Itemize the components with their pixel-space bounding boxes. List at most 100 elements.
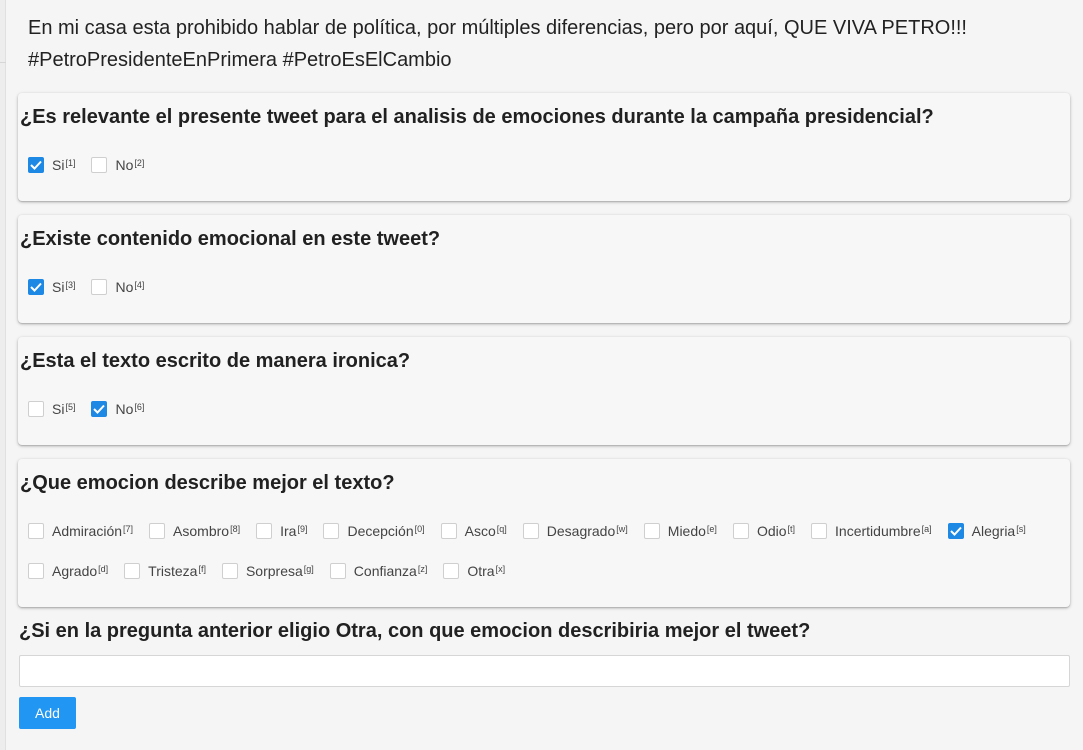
question-title-emotion: ¿Que emocion describe mejor el texto? [20, 472, 395, 494]
option-sorpresa[interactable]: Sorpresa [g] [221, 563, 314, 579]
checkbox[interactable] [443, 563, 460, 579]
option-label: Confianza [353, 563, 417, 579]
checkbox[interactable] [732, 523, 749, 539]
option-incertidumbre[interactable]: Incertidumbre [a] [811, 523, 932, 539]
option-label: Ira [280, 523, 297, 539]
option-decepcion[interactable]: Decepción [0] [323, 523, 425, 539]
option-asombro[interactable]: Asombro [8] [149, 523, 240, 539]
options-emotional: Si [3] No [4] [28, 279, 160, 295]
other-emotion-input[interactable] [19, 655, 1070, 687]
add-button[interactable]: Add [19, 697, 76, 729]
option-label: Decepción [347, 523, 414, 539]
option-label: Alegria [971, 523, 1016, 539]
tweet-hashtags: #PetroPresidenteEnPrimera #PetroEsElCamb… [28, 49, 452, 71]
shortcut-key: [5] [65, 402, 76, 412]
shortcut-key: [s] [1016, 524, 1026, 534]
option-label: Agrado [52, 563, 98, 579]
option-otra[interactable]: Otra [x] [443, 563, 505, 579]
checkbox[interactable] [28, 279, 44, 295]
option-si[interactable]: Si [1] [28, 157, 75, 173]
question-card-relevance: ¿Es relevante el presente tweet para el … [18, 93, 1070, 201]
checkbox[interactable] [28, 523, 44, 539]
checkbox[interactable] [28, 157, 44, 173]
shortcut-key: [g] [303, 564, 314, 574]
checkmark-icon [30, 282, 42, 292]
option-desagrado[interactable]: Desagrado [w] [522, 523, 628, 539]
checkbox[interactable] [124, 563, 141, 579]
option-label: Si [52, 157, 65, 173]
option-label: Sorpresa [245, 563, 303, 579]
checkbox[interactable] [811, 523, 828, 539]
checkbox[interactable] [91, 401, 108, 417]
option-alegria[interactable]: Alegria [s] [947, 523, 1026, 539]
shortcut-key: [q] [496, 524, 507, 534]
shortcut-key: [z] [417, 564, 428, 574]
checkbox[interactable] [28, 563, 44, 579]
option-label: Desagrado [546, 523, 616, 539]
shortcut-key: [2] [134, 158, 145, 168]
checkbox[interactable] [256, 523, 273, 539]
option-label: Asombro [173, 523, 230, 539]
checkbox[interactable] [947, 523, 964, 539]
option-label: Asco [464, 523, 496, 539]
shortcut-key: [9] [297, 524, 308, 534]
shortcut-key: [x] [495, 564, 506, 574]
option-agrado[interactable]: Agrado [d] [28, 563, 108, 579]
tweet-line-1: En mi casa esta prohibido hablar de polí… [28, 17, 967, 39]
checkbox[interactable] [91, 279, 108, 295]
checkbox[interactable] [440, 523, 457, 539]
checkbox[interactable] [91, 157, 108, 173]
checkbox[interactable] [149, 523, 166, 539]
left-edge-notch [0, 62, 6, 63]
option-miedo[interactable]: Miedo [e] [643, 523, 717, 539]
option-label: Otra [467, 563, 495, 579]
option-ira[interactable]: Ira [9] [256, 523, 307, 539]
shortcut-key: [t] [787, 524, 796, 534]
checkmark-icon [93, 404, 106, 414]
left-edge [0, 0, 6, 750]
shortcut-key: [1] [65, 158, 76, 168]
options-ironic: Si [5] No [6] [28, 401, 160, 417]
options-relevance: Si [1] No [2] [28, 157, 160, 173]
option-confianza[interactable]: Confianza [z] [329, 563, 428, 579]
shortcut-key: [3] [65, 280, 76, 290]
option-tristeza[interactable]: Tristeza [f] [124, 563, 206, 579]
shortcut-key: [e] [706, 524, 717, 534]
checkmark-icon [30, 160, 42, 170]
option-admiracion[interactable]: Admiración [7] [28, 523, 133, 539]
option-label: Si [52, 401, 65, 417]
shortcut-key: [d] [98, 564, 109, 574]
checkbox[interactable] [28, 401, 44, 417]
option-label: Tristeza [148, 563, 198, 579]
checkmark-icon [949, 526, 962, 536]
option-label: Incertidumbre [835, 523, 921, 539]
shortcut-key: [w] [616, 524, 628, 534]
option-label: Admiración [52, 523, 123, 539]
question-card-emotion: ¿Que emocion describe mejor el texto? Ad… [18, 459, 1070, 607]
checkbox[interactable] [221, 563, 238, 579]
option-si[interactable]: Si [3] [28, 279, 75, 295]
checkbox[interactable] [522, 523, 539, 539]
question-title-ironic: ¿Esta el texto escrito de manera ironica… [20, 350, 411, 372]
shortcut-key: [f] [198, 564, 206, 574]
shortcut-key: [0] [414, 524, 425, 534]
checkbox[interactable] [643, 523, 660, 539]
shortcut-key: [8] [230, 524, 241, 534]
question-title-other: ¿Si en la pregunta anterior eligio Otra,… [19, 620, 811, 642]
question-card-ironic: ¿Esta el texto escrito de manera ironica… [18, 337, 1070, 445]
option-no[interactable]: No [2] [91, 157, 144, 173]
checkbox[interactable] [329, 563, 346, 579]
option-si[interactable]: Si [5] [28, 401, 75, 417]
option-odio[interactable]: Odio [t] [732, 523, 796, 539]
shortcut-key: [7] [123, 524, 134, 534]
option-asco[interactable]: Asco [q] [440, 523, 507, 539]
option-label: No [115, 279, 134, 295]
option-no[interactable]: No [6] [91, 401, 144, 417]
tweet-text: En mi casa esta prohibido hablar de polí… [28, 12, 1068, 76]
option-no[interactable]: No [4] [91, 279, 144, 295]
option-label: Odio [756, 523, 787, 539]
checkbox[interactable] [323, 523, 340, 539]
shortcut-key: [a] [921, 524, 932, 534]
option-label: Miedo [667, 523, 706, 539]
option-label: Si [52, 279, 65, 295]
